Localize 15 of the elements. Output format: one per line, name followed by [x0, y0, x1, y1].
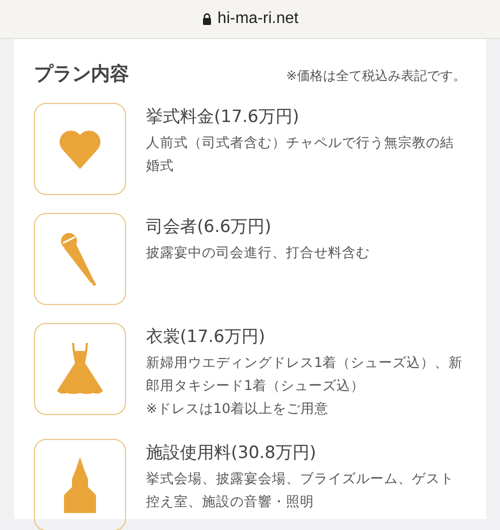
url-text[interactable]: hi-ma-ri.net: [218, 10, 298, 28]
plan-item-description: 挙式会場、披露宴会場、ブライズルーム、ゲスト控え室、施設の音響・照明: [146, 470, 455, 512]
plan-item-description: ※ドレスは10着以上をご用意: [146, 400, 330, 419]
plan-item-title: 施設使用料(30.8万円): [146, 442, 318, 464]
plan-item-title: 衣裳(17.6万円): [146, 326, 266, 348]
heart-icon: [58, 129, 102, 169]
section-title: プラン内容: [34, 62, 129, 87]
lock-icon: [202, 13, 212, 25]
tax-note: ※価格は全て税込み表記です。: [286, 68, 466, 85]
dress-icon: [55, 343, 105, 395]
plan-item-title: 司会者(6.6万円): [146, 216, 272, 238]
plan-item-description: 披露宴中の司会進行、打合せ料含む: [146, 244, 371, 263]
plan-item-description: 新婦用ウエディングドレス1着（シューズ込）、新郎用タキシード1着（シューズ込）: [146, 354, 464, 396]
plan-item-title: 挙式料金(17.6万円): [146, 106, 300, 128]
plan-item-description: 人前式（司式者含む）チャペルで行う無宗教の結婚式: [146, 134, 455, 176]
